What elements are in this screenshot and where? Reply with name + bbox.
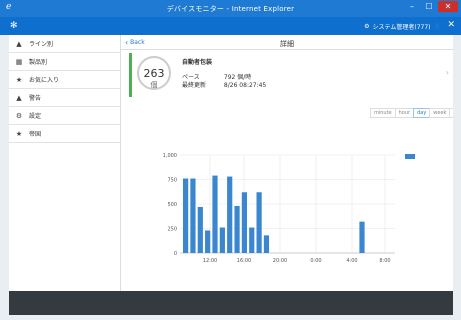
bar <box>190 178 196 253</box>
window-title: デバイスモニター - Internet Explorer <box>166 5 295 13</box>
y-tick-label: 0 <box>174 251 177 257</box>
legend-swatch <box>405 154 415 159</box>
y-tick-label: 750 <box>167 178 177 184</box>
maximize-button[interactable]: ☐ <box>421 1 437 12</box>
close-button[interactable]: ✕ <box>438 1 458 12</box>
bar <box>256 192 262 253</box>
warning-icon: ▲ <box>16 39 22 48</box>
app-toolbar: ✻ ⚙ システム管理者(777) 👤 ✕ <box>0 17 461 35</box>
app-logo-icon[interactable]: ✻ <box>10 21 18 31</box>
sidebar-item-favorites[interactable]: ★ お気に入り <box>9 71 120 89</box>
sidebar-item-label: 帝国 <box>29 131 42 138</box>
x-tick-label: 12:00 <box>203 258 217 264</box>
y-tick-label: 500 <box>167 202 177 208</box>
bar <box>249 227 255 253</box>
x-tick-label: 20:00 <box>273 258 287 264</box>
sidebar-item-label: お気に入り <box>29 77 60 84</box>
bar <box>183 178 189 253</box>
sidebar: ▲ ライン別 ▦ 製品別 ★ お気に入り ▲ 警告 ⚙ 設定 ★ 帝国 <box>9 35 121 291</box>
window-right-edge <box>453 35 461 320</box>
x-tick-label: 0:00 <box>310 258 321 264</box>
star-icon: ★ <box>15 129 23 138</box>
gear-icon: ⚙ <box>364 23 370 30</box>
y-tick-label: 1,000 <box>163 153 177 159</box>
bar <box>359 221 365 253</box>
sidebar-item-empire[interactable]: ★ 帝国 <box>9 125 120 143</box>
bar <box>205 230 211 253</box>
main-panel: ‹ Back 詳細 263 個 自動者包装 ペース 792 個/時 最終更新 8… <box>121 35 461 291</box>
sidebar-item-label: 製品別 <box>29 59 48 66</box>
window-titlebar: ℯ デバイスモニター - Internet Explorer – ☐ ✕ <box>0 0 461 17</box>
x-tick-label: 4:00 <box>346 258 357 264</box>
grid-icon: ▦ <box>15 57 23 66</box>
user-name: システム管理者(777) <box>372 24 431 31</box>
footer-bar <box>9 291 453 315</box>
warning-icon: ▲ <box>16 93 22 102</box>
sidebar-item-settings[interactable]: ⚙ 設定 <box>9 107 120 125</box>
bar <box>227 176 233 253</box>
user-menu[interactable]: ⚙ システム管理者(777) 👤 <box>364 22 441 31</box>
bar <box>212 175 218 253</box>
sidebar-item-label: 設定 <box>29 113 42 120</box>
bar <box>234 205 240 253</box>
x-tick-label: 16:00 <box>237 258 251 264</box>
bar <box>219 227 225 253</box>
bar <box>263 235 270 253</box>
sidebar-item-label: 警告 <box>29 95 42 102</box>
y-tick-label: 250 <box>167 227 177 233</box>
star-icon: ★ <box>15 75 23 84</box>
logout-icon[interactable]: ✕ <box>447 20 455 30</box>
sidebar-item-by-product[interactable]: ▦ 製品別 <box>9 53 120 71</box>
sidebar-item-by-line[interactable]: ▲ ライン別 <box>9 35 120 53</box>
user-icon: 👤 <box>433 23 441 30</box>
gear-icon: ⚙ <box>15 111 23 120</box>
x-tick-label: 8:00 <box>379 258 390 264</box>
production-bar-chart: 0 250 500 750 1,000 12:00 16:00 20:00 0:00 4:00 8:… <box>163 153 415 264</box>
sidebar-item-label: ライン別 <box>29 41 54 48</box>
sidebar-item-alerts[interactable]: ▲ 警告 <box>9 89 120 107</box>
minimize-button[interactable]: – <box>404 1 420 12</box>
bar <box>197 206 203 253</box>
bar <box>241 192 247 253</box>
